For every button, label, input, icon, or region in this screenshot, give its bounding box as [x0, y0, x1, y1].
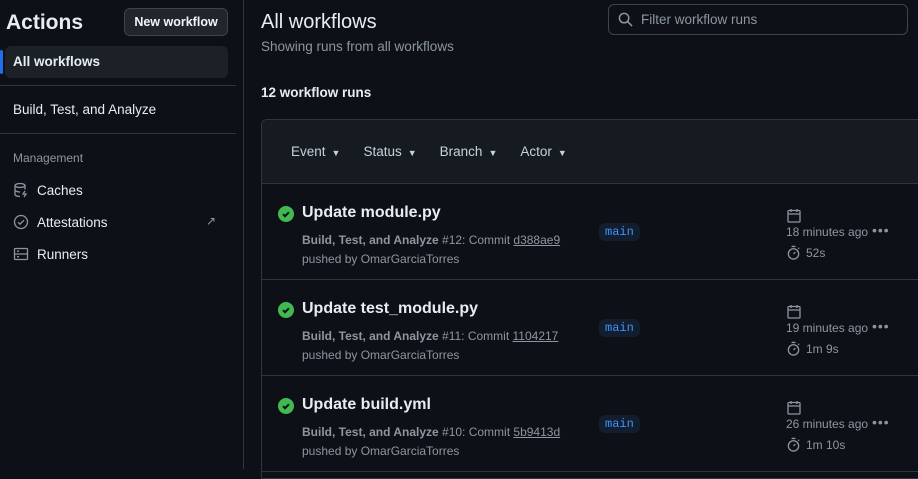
sidebar-title: Actions — [6, 11, 84, 34]
success-check-icon — [278, 302, 294, 318]
runs-count: 12 workflow runs — [261, 85, 372, 100]
success-check-icon — [278, 206, 294, 222]
run-time: 19 minutes ago — [786, 321, 869, 335]
run-number: #11: Commit — [442, 329, 510, 343]
sidebar-item-runners[interactable]: Runners — [13, 246, 88, 262]
calendar-icon — [787, 401, 801, 415]
pushed-by: pushed by OmarGarciaTorres — [302, 252, 460, 266]
verified-icon — [13, 214, 29, 230]
calendar-icon — [787, 305, 801, 319]
sidebar-item-label: Attestations — [37, 214, 108, 230]
stopwatch-icon — [787, 341, 800, 356]
caret-down-icon: ▼ — [488, 148, 498, 158]
run-meta: Build, Test, and Analyze #11: Commit 110… — [302, 327, 558, 365]
workflow-name: Build, Test, and Analyze — [302, 329, 439, 343]
divider — [0, 133, 236, 134]
filter-label: Branch — [439, 144, 483, 159]
workflow-run-row[interactable]: Update build.yml Build, Test, and Analyz… — [262, 376, 918, 472]
run-time: 18 minutes ago — [786, 225, 869, 239]
page-title: All workflows — [261, 11, 377, 33]
success-check-icon — [278, 398, 294, 414]
filter-event[interactable]: Event ▼ — [291, 144, 340, 159]
workflow-name: Build, Test, and Analyze — [302, 233, 439, 247]
pushed-by: pushed by OmarGarciaTorres — [302, 444, 460, 458]
stopwatch-icon — [787, 437, 800, 452]
workflow-run-row[interactable]: Update module.py Build, Test, and Analyz… — [262, 184, 918, 280]
filter-label: Actor — [520, 144, 552, 159]
duration-text: 1m 10s — [806, 437, 846, 452]
workflow-run-row[interactable]: Update test_module.py Build, Test, and A… — [262, 280, 918, 376]
pushed-by: pushed by OmarGarciaTorres — [302, 348, 460, 362]
external-link-icon: ↗ — [206, 214, 217, 228]
sidebar-item-caches[interactable]: Caches — [13, 182, 83, 198]
duration-text: 1m 9s — [806, 341, 839, 356]
caret-down-icon: ▼ — [557, 148, 567, 158]
more-options-icon[interactable]: ••• — [872, 222, 890, 238]
run-meta: Build, Test, and Analyze #10: Commit 5b9… — [302, 423, 560, 461]
sidebar-item-build-test-analyze[interactable]: Build, Test, and Analyze — [13, 102, 156, 117]
run-duration: 1m 10s — [786, 437, 845, 452]
filter-bar: Event ▼ Status ▼ Branch ▼ Actor ▼ — [262, 120, 918, 184]
branch-badge[interactable]: main — [599, 319, 640, 337]
run-title-link[interactable]: Update build.yml — [302, 396, 431, 414]
runs-list: Event ▼ Status ▼ Branch ▼ Actor ▼ Update mod… — [261, 119, 918, 479]
more-options-icon[interactable]: ••• — [872, 318, 890, 334]
new-workflow-button[interactable]: New workflow — [124, 8, 228, 36]
duration-text: 52s — [806, 245, 826, 260]
caret-down-icon: ▼ — [331, 148, 341, 158]
sidebar-item-label: Runners — [37, 246, 89, 262]
filter-label: Status — [363, 144, 402, 159]
workflow-name: Build, Test, and Analyze — [302, 425, 439, 439]
sidebar-item-label: Caches — [37, 182, 83, 198]
branch-badge[interactable]: main — [599, 223, 640, 241]
run-number: #12: Commit — [442, 233, 511, 247]
page-subtitle: Showing runs from all workflows — [261, 39, 454, 54]
filter-branch[interactable]: Branch ▼ — [440, 144, 498, 159]
more-options-icon[interactable]: ••• — [872, 414, 890, 430]
database-icon — [14, 182, 28, 198]
run-duration: 52s — [786, 245, 825, 260]
branch-badge[interactable]: main — [599, 415, 640, 433]
sidebar-item-all-workflows[interactable]: All workflows — [5, 46, 228, 78]
search-icon — [618, 12, 633, 27]
caret-down-icon: ▼ — [407, 148, 417, 158]
calendar-icon — [787, 209, 801, 223]
server-icon — [13, 247, 29, 261]
management-heading: Management — [13, 151, 84, 165]
commit-sha-link[interactable]: 5b9413d — [513, 425, 560, 439]
filter-runs-input[interactable]: Filter workflow runs — [608, 4, 908, 35]
sidebar-item-attestations[interactable]: Attestations — [13, 214, 108, 230]
commit-sha-link[interactable]: 1104217 — [513, 329, 559, 343]
run-number: #10: Commit — [442, 425, 511, 439]
commit-sha-link[interactable]: d388ae9 — [513, 233, 560, 247]
run-title-link[interactable]: Update test_module.py — [302, 300, 478, 318]
filter-label: Event — [291, 144, 326, 159]
filter-status[interactable]: Status ▼ — [363, 144, 416, 159]
sidebar-item-label: Build, Test, and Analyze — [13, 102, 157, 117]
run-duration: 1m 9s — [786, 341, 839, 356]
sidebar: Actions New workflow All workflows Build… — [0, 0, 244, 469]
run-meta: Build, Test, and Analyze #12: Commit d38… — [302, 231, 560, 269]
search-placeholder: Filter workflow runs — [641, 12, 758, 27]
active-indicator — [0, 50, 3, 74]
run-time: 26 minutes ago — [786, 417, 869, 431]
run-title-link[interactable]: Update module.py — [302, 204, 441, 222]
stopwatch-icon — [787, 245, 800, 260]
divider — [0, 85, 236, 86]
filter-actor[interactable]: Actor ▼ — [520, 144, 566, 159]
